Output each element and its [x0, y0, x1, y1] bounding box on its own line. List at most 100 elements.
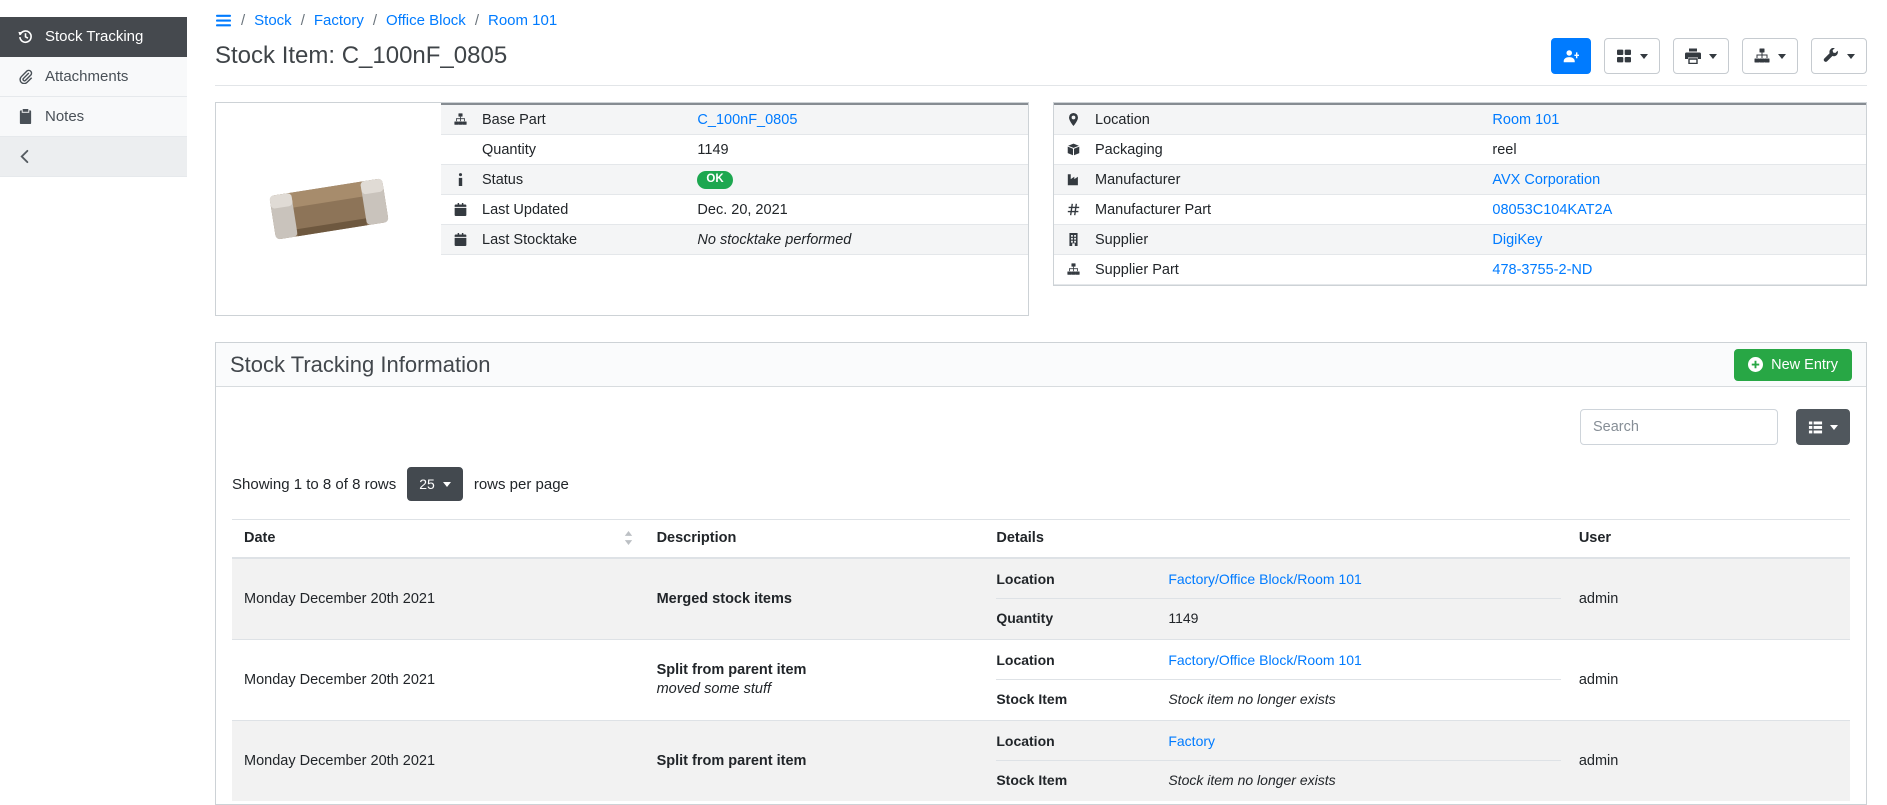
building-icon	[1065, 233, 1082, 246]
sidebar: Stock Tracking Attachments Notes	[0, 0, 187, 805]
chevron-down-icon	[1778, 54, 1786, 59]
location-link[interactable]: Factory/Office Block/Room 101	[1168, 571, 1560, 587]
wrench-icon	[1823, 48, 1839, 64]
location-link[interactable]: Factory	[1168, 733, 1560, 749]
date-cell: Monday December 20th 2021	[232, 558, 645, 640]
table-row: Monday December 20th 2021 Split from par…	[232, 639, 1850, 720]
action-toolbar	[1551, 38, 1867, 74]
detail-label: Status	[482, 172, 523, 188]
history-icon	[17, 29, 33, 44]
detail-sub-row: Stock Item Stock item no longer exists	[996, 680, 1560, 718]
detail-sub-row: Location Factory	[996, 723, 1560, 761]
page-size-value: 25	[419, 476, 435, 492]
admin-tools-dropdown[interactable]	[1811, 38, 1867, 74]
detail-label: Supplier Part	[1095, 262, 1179, 278]
sidebar-item-label: Stock Tracking	[45, 28, 143, 45]
detail-sub-row: Stock Item Stock item no longer exists	[996, 761, 1560, 799]
detail-row-packaging: Packaging reel	[1054, 135, 1866, 165]
menu-icon[interactable]	[215, 13, 232, 28]
breadcrumb-link-factory[interactable]: Factory	[314, 12, 364, 29]
stock-item-detail-table: Base Part C_100nF_0805 Quantity 1149	[441, 103, 1028, 255]
map-marker-icon	[1065, 113, 1082, 126]
detail-row-location: Location Room 101	[1054, 105, 1866, 135]
divider	[215, 85, 1867, 86]
description-text: Split from parent item	[657, 753, 973, 769]
detail-row-supplier-part: Supplier Part 478-3755-2-ND	[1054, 255, 1866, 285]
breadcrumb-link-stock[interactable]: Stock	[254, 12, 292, 29]
description-text: Merged stock items	[657, 591, 973, 607]
quantity-value: 1149	[697, 142, 728, 158]
detail-row-quantity: Quantity 1149	[441, 135, 1028, 165]
stock-actions-dropdown[interactable]	[1742, 38, 1798, 74]
user-actions-button[interactable]	[1551, 38, 1591, 74]
main-content: / Stock / Factory / Office Block / Room …	[187, 0, 1887, 805]
column-header-label: Description	[657, 530, 737, 546]
app-root: Stock Tracking Attachments Notes	[0, 0, 1887, 805]
details-cell: Location Factory Stock Item Stock item n…	[984, 720, 1566, 801]
column-header-date[interactable]: Date	[232, 520, 645, 558]
detail-row-manufacturer-part: Manufacturer Part 08053C104KAT2A	[1054, 195, 1866, 225]
detail-label: Manufacturer Part	[1095, 202, 1211, 218]
chevron-down-icon	[1830, 425, 1838, 430]
location-link[interactable]: Factory/Office Block/Room 101	[1168, 652, 1560, 668]
page-size-dropdown[interactable]: 25	[407, 467, 463, 501]
plus-circle-icon	[1748, 357, 1763, 372]
location-link[interactable]: Room 101	[1492, 112, 1559, 128]
detail-label: Base Part	[482, 112, 546, 128]
supplier-link[interactable]: DigiKey	[1492, 232, 1542, 248]
breadcrumb-separator: /	[475, 12, 479, 29]
showing-rows-text: Showing 1 to 8 of 8 rows	[232, 476, 396, 493]
supplier-part-link[interactable]: 478-3755-2-ND	[1492, 262, 1592, 278]
breadcrumb-separator: /	[301, 12, 305, 29]
detail-label: Quantity	[482, 142, 536, 158]
list-icon	[1808, 420, 1823, 435]
sort-icon	[624, 531, 633, 545]
part-thumbnail[interactable]	[216, 103, 441, 315]
breadcrumb: / Stock / Factory / Office Block / Room …	[215, 12, 1867, 29]
column-header-label: Details	[996, 530, 1044, 546]
breadcrumb-link-room-101[interactable]: Room 101	[488, 12, 557, 29]
chevron-down-icon	[443, 482, 451, 487]
detail-label: Supplier	[1095, 232, 1148, 248]
print-dropdown[interactable]	[1673, 38, 1729, 74]
view-options-dropdown[interactable]	[1604, 38, 1660, 74]
description-cell: Split from parent item	[645, 720, 985, 801]
details-cell: Location Factory/Office Block/Room 101 Q…	[984, 558, 1566, 640]
sidebar-item-attachments[interactable]: Attachments	[0, 57, 187, 97]
detail-row-last-stocktake: Last Stocktake No stocktake performed	[441, 225, 1028, 255]
sitemap-icon	[452, 113, 469, 126]
detail-label: Last Updated	[482, 202, 568, 218]
new-entry-button[interactable]: New Entry	[1734, 349, 1852, 381]
detail-label: Last Stocktake	[482, 232, 577, 248]
stock-tracking-panel: Stock Tracking Information New Entry	[215, 342, 1867, 805]
new-entry-label: New Entry	[1771, 357, 1838, 373]
column-header-details: Details	[984, 520, 1566, 558]
sidebar-item-notes[interactable]: Notes	[0, 97, 187, 137]
description-cell: Merged stock items	[645, 558, 985, 640]
detail-sub-value: Stock item no longer exists	[1168, 772, 1560, 788]
calendar-icon	[452, 233, 469, 246]
sidebar-collapse-button[interactable]	[0, 137, 187, 177]
user-cell: admin	[1567, 558, 1850, 640]
paperclip-icon	[17, 69, 33, 84]
table-row: Monday December 20th 2021 Merged stock i…	[232, 558, 1850, 640]
hashtag-icon	[1065, 203, 1082, 216]
description-cell: Split from parent item moved some stuff	[645, 639, 985, 720]
column-select-dropdown[interactable]	[1796, 409, 1850, 445]
base-part-link[interactable]: C_100nF_0805	[697, 112, 797, 128]
manufacturer-link[interactable]: AVX Corporation	[1492, 172, 1600, 188]
page-title: Stock Item: C_100nF_0805	[215, 42, 507, 70]
detail-sub-row: Location Factory/Office Block/Room 101	[996, 642, 1560, 680]
detail-sub-label: Stock Item	[996, 772, 1168, 788]
tracking-panel-title: Stock Tracking Information	[230, 352, 490, 378]
sitemap-icon	[1754, 48, 1770, 64]
column-header-user: User	[1567, 520, 1850, 558]
column-header-label: Date	[244, 530, 275, 546]
last-stocktake-value: No stocktake performed	[697, 232, 851, 248]
breadcrumb-link-office-block[interactable]: Office Block	[386, 12, 466, 29]
search-input[interactable]	[1580, 409, 1778, 445]
sidebar-item-stock-tracking[interactable]: Stock Tracking	[0, 17, 187, 57]
detail-label: Packaging	[1095, 142, 1163, 158]
manufacturer-part-link[interactable]: 08053C104KAT2A	[1492, 202, 1612, 218]
chevron-down-icon	[1640, 54, 1648, 59]
